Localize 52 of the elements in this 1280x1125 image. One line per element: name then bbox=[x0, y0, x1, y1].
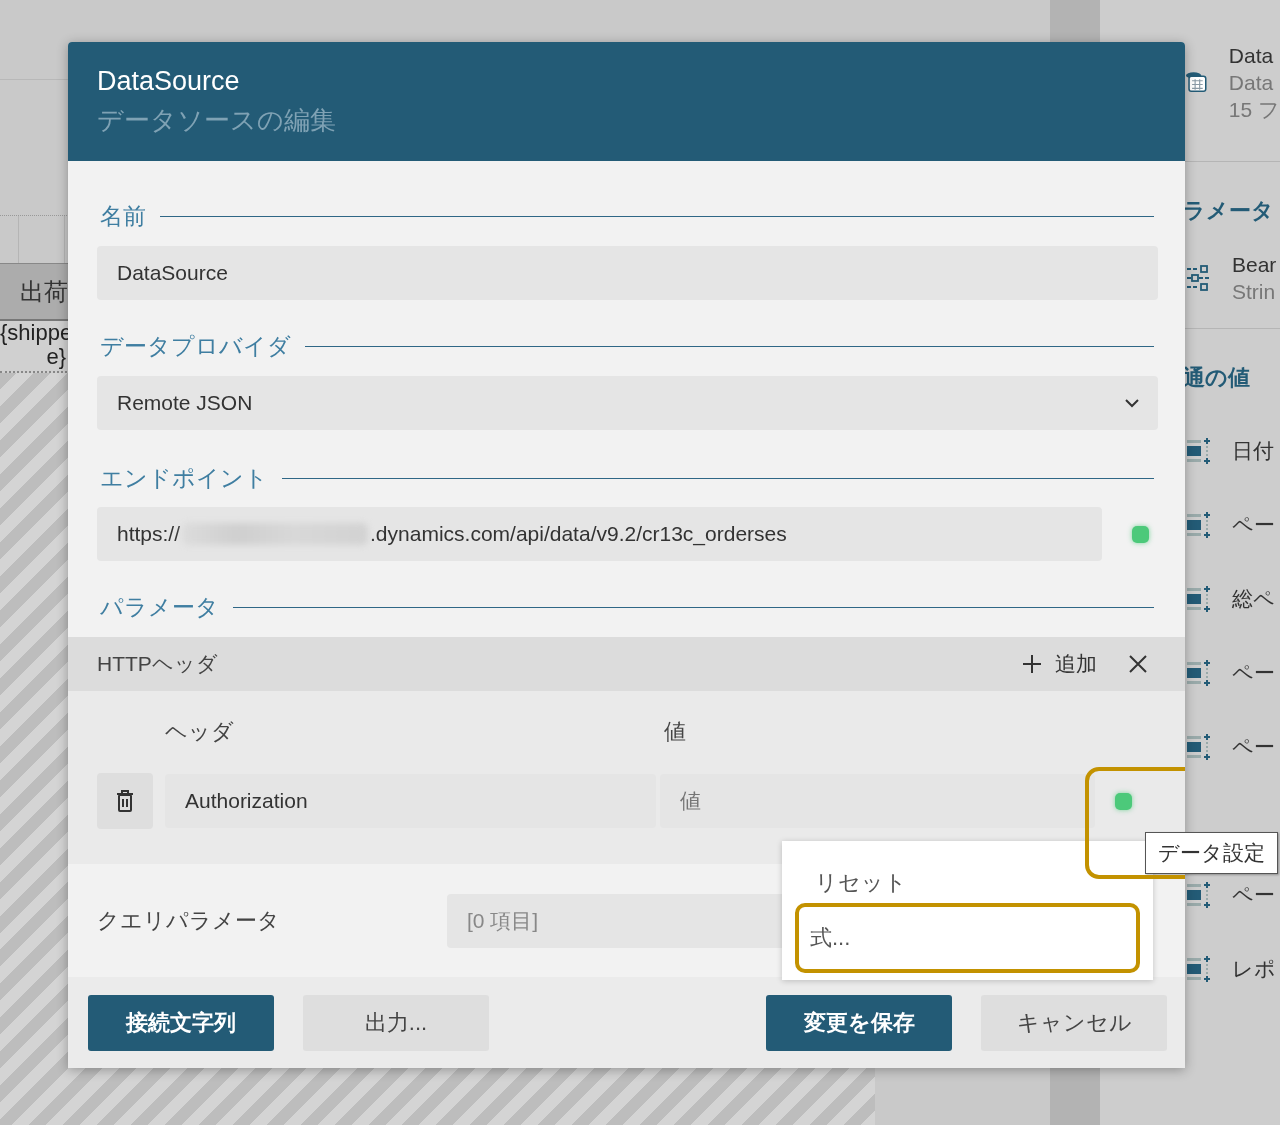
section-heading: 通の値 bbox=[1183, 364, 1251, 392]
parameter-icon bbox=[1186, 265, 1212, 291]
datasource-subtitle: Data bbox=[1228, 70, 1275, 96]
value-icon bbox=[1186, 881, 1212, 909]
column-header: 値 bbox=[664, 718, 687, 746]
table-cell-text: {shippe bbox=[0, 321, 74, 345]
dialog-button[interactable]: 出力... bbox=[303, 994, 489, 1051]
datasource-name: Data bbox=[1228, 43, 1275, 69]
parameter-type: Strin bbox=[1232, 279, 1277, 305]
dialog-button[interactable]: 変更を保存 bbox=[766, 994, 952, 1051]
dialog-button[interactable]: キャンセル bbox=[981, 994, 1167, 1051]
dialog-subtitle: データソースの編集 bbox=[97, 103, 337, 137]
close-button[interactable] bbox=[1129, 655, 1147, 673]
value-label[interactable]: ペー bbox=[1232, 511, 1275, 539]
parameter-name: Bear bbox=[1232, 252, 1277, 278]
value-label[interactable]: レポ bbox=[1232, 955, 1276, 983]
section-label: エンドポイント bbox=[100, 463, 268, 493]
header-name-field[interactable]: Authorization bbox=[165, 774, 656, 828]
menu-item[interactable]: 式... bbox=[795, 903, 1140, 973]
endpoint-field[interactable]: https:// .dynamics.com/api/data/v9.2/cr13c_orderses bbox=[97, 507, 1102, 561]
field-label: クエリパラメータ bbox=[97, 906, 281, 935]
tooltip: データ設定 bbox=[1145, 832, 1278, 874]
close-icon bbox=[1129, 655, 1147, 673]
section-label: 名前 bbox=[100, 201, 146, 231]
column-header: ヘッダ bbox=[165, 718, 235, 746]
value-icon bbox=[1186, 955, 1212, 983]
value-icon bbox=[1186, 511, 1212, 539]
name-field[interactable]: DataSource bbox=[97, 246, 1158, 300]
value-icon bbox=[1186, 437, 1212, 465]
section-label: パラメータ bbox=[100, 592, 219, 622]
value-icon bbox=[1186, 733, 1212, 761]
dialog-title: DataSource bbox=[97, 65, 241, 97]
delete-button[interactable] bbox=[97, 773, 153, 829]
chevron-down-icon bbox=[1124, 398, 1140, 408]
value-label[interactable]: 日付 bbox=[1232, 437, 1274, 465]
provider-dropdown[interactable]: Remote JSON bbox=[97, 376, 1158, 430]
value-icon bbox=[1186, 585, 1212, 613]
header-value-field[interactable]: 値 bbox=[660, 774, 1095, 828]
table-cell-text: e} bbox=[46, 345, 66, 369]
value-label[interactable]: ペー bbox=[1232, 733, 1275, 761]
value-label[interactable]: 総ペ bbox=[1232, 585, 1275, 613]
plus-icon bbox=[1023, 655, 1041, 673]
section-label: データプロバイダ bbox=[100, 331, 291, 361]
trash-icon bbox=[116, 790, 134, 812]
dialog-button[interactable]: 接続文字列 bbox=[88, 994, 274, 1051]
value-icon bbox=[1186, 659, 1212, 687]
add-button[interactable]: 追加 bbox=[1023, 650, 1097, 678]
value-label[interactable]: ペー bbox=[1232, 659, 1275, 687]
section-title: HTTPヘッダ bbox=[97, 651, 219, 677]
value-label[interactable]: ペー bbox=[1232, 881, 1275, 909]
section-heading: ラメータ bbox=[1183, 197, 1275, 225]
field-count: 15 フ bbox=[1228, 97, 1280, 123]
